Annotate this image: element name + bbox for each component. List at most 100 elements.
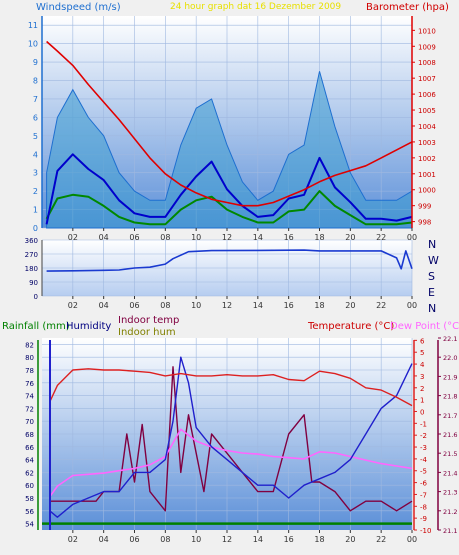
wind-tick-label: 7: [33, 95, 38, 104]
rainfall-axis-label: Rainfall (mm): [2, 321, 70, 332]
direction-x-tick-label: 02: [68, 301, 78, 310]
temperature-tick-label: 5: [420, 349, 424, 357]
wind-tick-label: 11: [28, 21, 38, 30]
direction-x-tick-label: 10: [191, 301, 201, 310]
temperature-tick-label: -3: [420, 444, 427, 452]
weather-graph-panel: 0 1 2 3 4 5 6 7 8 9 10 11 998 999 1000 1001 1002 1003 1004…: [0, 0, 459, 555]
temperature-axis-label: Temperature (°C): [307, 321, 394, 332]
barometer-tick-label: 1008: [418, 59, 436, 67]
barometer-tick-label: 1010: [418, 27, 436, 35]
temperature-tick-label: -7: [420, 491, 427, 499]
climate-x-tick-label: 12: [222, 535, 232, 544]
direction-tick-label: 270: [25, 251, 38, 259]
temperature-tick-label: 3: [420, 373, 424, 381]
direction-x-tick-label: 06: [129, 301, 139, 310]
humidity-tick-label: 56: [25, 508, 34, 516]
temperature-tick-label: -1: [420, 420, 427, 428]
wind-tick-label: 1: [33, 206, 38, 215]
direction-tick-label: 0: [34, 293, 38, 301]
wind-tick-label: 8: [33, 77, 38, 86]
humidity-tick-label: 66: [25, 444, 34, 452]
barometer-tick-label: 1004: [418, 123, 436, 131]
graph-title: 24 hour graph dat 16 Dezember 2009: [170, 2, 341, 12]
indoor-temp-tick-label: 21.8: [443, 393, 457, 401]
humidity-axis-label: Humidity: [66, 321, 111, 332]
barometer-tick-label: 999: [418, 203, 431, 211]
direction-tick-label: 90: [29, 279, 38, 287]
dew-point-axis-label: Dew Point (°C): [390, 321, 459, 332]
humidity-tick-label: 70: [25, 418, 34, 426]
barometer-tick-label: 1003: [418, 139, 436, 147]
wind-x-tick-label: 12: [222, 233, 232, 242]
direction-tick-label: 360: [25, 237, 38, 245]
climate-x-tick-label: 06: [129, 535, 139, 544]
compass-s: S: [428, 270, 435, 283]
climate-x-tick-label: 04: [99, 535, 109, 544]
humidity-tick-label: 82: [25, 341, 34, 349]
wind-x-tick-label: 02: [68, 233, 78, 242]
direction-tick-label: 180: [25, 265, 38, 273]
direction-x-tick-label: 18: [314, 301, 324, 310]
weather-graph: 0123456789101199899910001001100210031004…: [2, 2, 459, 544]
humidity-tick-label: 58: [25, 495, 34, 503]
humidity-tick-label: 64: [25, 457, 34, 465]
barometer-axis-label: Barometer (hpa): [366, 2, 449, 13]
compass-w: W: [428, 254, 439, 267]
climate-x-tick-label: 18: [314, 535, 324, 544]
wind-x-tick-label: 16: [284, 233, 294, 242]
barometer-tick-label: 998: [418, 219, 431, 227]
humidity-tick-label: 68: [25, 431, 34, 439]
temperature-tick-label: -5: [420, 468, 427, 476]
temperature-tick-label: -10: [420, 527, 431, 535]
wind-x-tick-label: 18: [314, 233, 324, 242]
wind-x-tick-label: 14: [253, 233, 263, 242]
temperature-tick-label: -2: [420, 432, 427, 440]
temperature-tick-label: -6: [420, 480, 428, 488]
direction-x-tick-label: 14: [253, 301, 263, 310]
wind-x-tick-label: 08: [160, 233, 170, 242]
indoor-temp-tick-label: 21.4: [443, 469, 457, 477]
wind-x-tick-label: 00: [407, 233, 417, 242]
humidity-tick-label: 74: [25, 393, 34, 401]
barometer-tick-label: 1001: [418, 171, 436, 179]
direction-x-tick-label: 08: [160, 301, 170, 310]
humidity-tick-label: 60: [25, 482, 34, 490]
indoor-temp-tick-label: 21.3: [443, 489, 457, 497]
indoor-temp-tick-label: 21.1: [443, 527, 457, 535]
indoor-temp-tick-label: 22.0: [443, 354, 457, 362]
barometer-tick-label: 1005: [418, 107, 436, 115]
humidity-tick-label: 62: [25, 469, 34, 477]
temperature-tick-label: -9: [420, 515, 427, 523]
direction-x-tick-label: 00: [407, 301, 417, 310]
wind-axis-label: Windspeed (m/s): [36, 2, 121, 13]
climate-x-tick-label: 16: [284, 535, 294, 544]
indoor-temp-tick-label: 21.5: [443, 450, 457, 458]
barometer-tick-label: 1002: [418, 155, 436, 163]
wind-x-tick-label: 22: [376, 233, 386, 242]
climate-x-tick-label: 10: [191, 535, 201, 544]
climate-x-tick-label: 14: [253, 535, 263, 544]
barometer-tick-label: 1007: [418, 75, 436, 83]
wind-tick-label: 10: [28, 40, 38, 49]
barometer-tick-label: 1006: [418, 91, 436, 99]
compass-e: E: [428, 286, 435, 299]
climate-x-tick-label: 20: [345, 535, 355, 544]
wind-tick-label: 9: [33, 58, 38, 67]
direction-x-tick-label: 22: [376, 301, 386, 310]
humidity-tick-label: 80: [25, 354, 34, 362]
climate-x-tick-label: 22: [376, 535, 386, 544]
climate-x-tick-label: 02: [68, 535, 78, 544]
indoor-temp-tick-label: 21.2: [443, 508, 457, 516]
compass-n-top: N: [428, 238, 436, 251]
direction-x-tick-label: 04: [99, 301, 109, 310]
direction-x-tick-label: 16: [284, 301, 294, 310]
indoor-temp-tick-label: 21.9: [443, 373, 457, 381]
compass-n-bottom: N: [428, 302, 436, 315]
barometer-tick-label: 1000: [418, 187, 436, 195]
wind-x-tick-label: 20: [345, 233, 355, 242]
wind-x-tick-label: 10: [191, 233, 201, 242]
humidity-tick-label: 78: [25, 367, 34, 375]
wind-tick-label: 4: [33, 150, 38, 159]
direction-x-tick-label: 12: [222, 301, 232, 310]
indoor-temp-axis-label: Indoor temp: [118, 315, 179, 326]
